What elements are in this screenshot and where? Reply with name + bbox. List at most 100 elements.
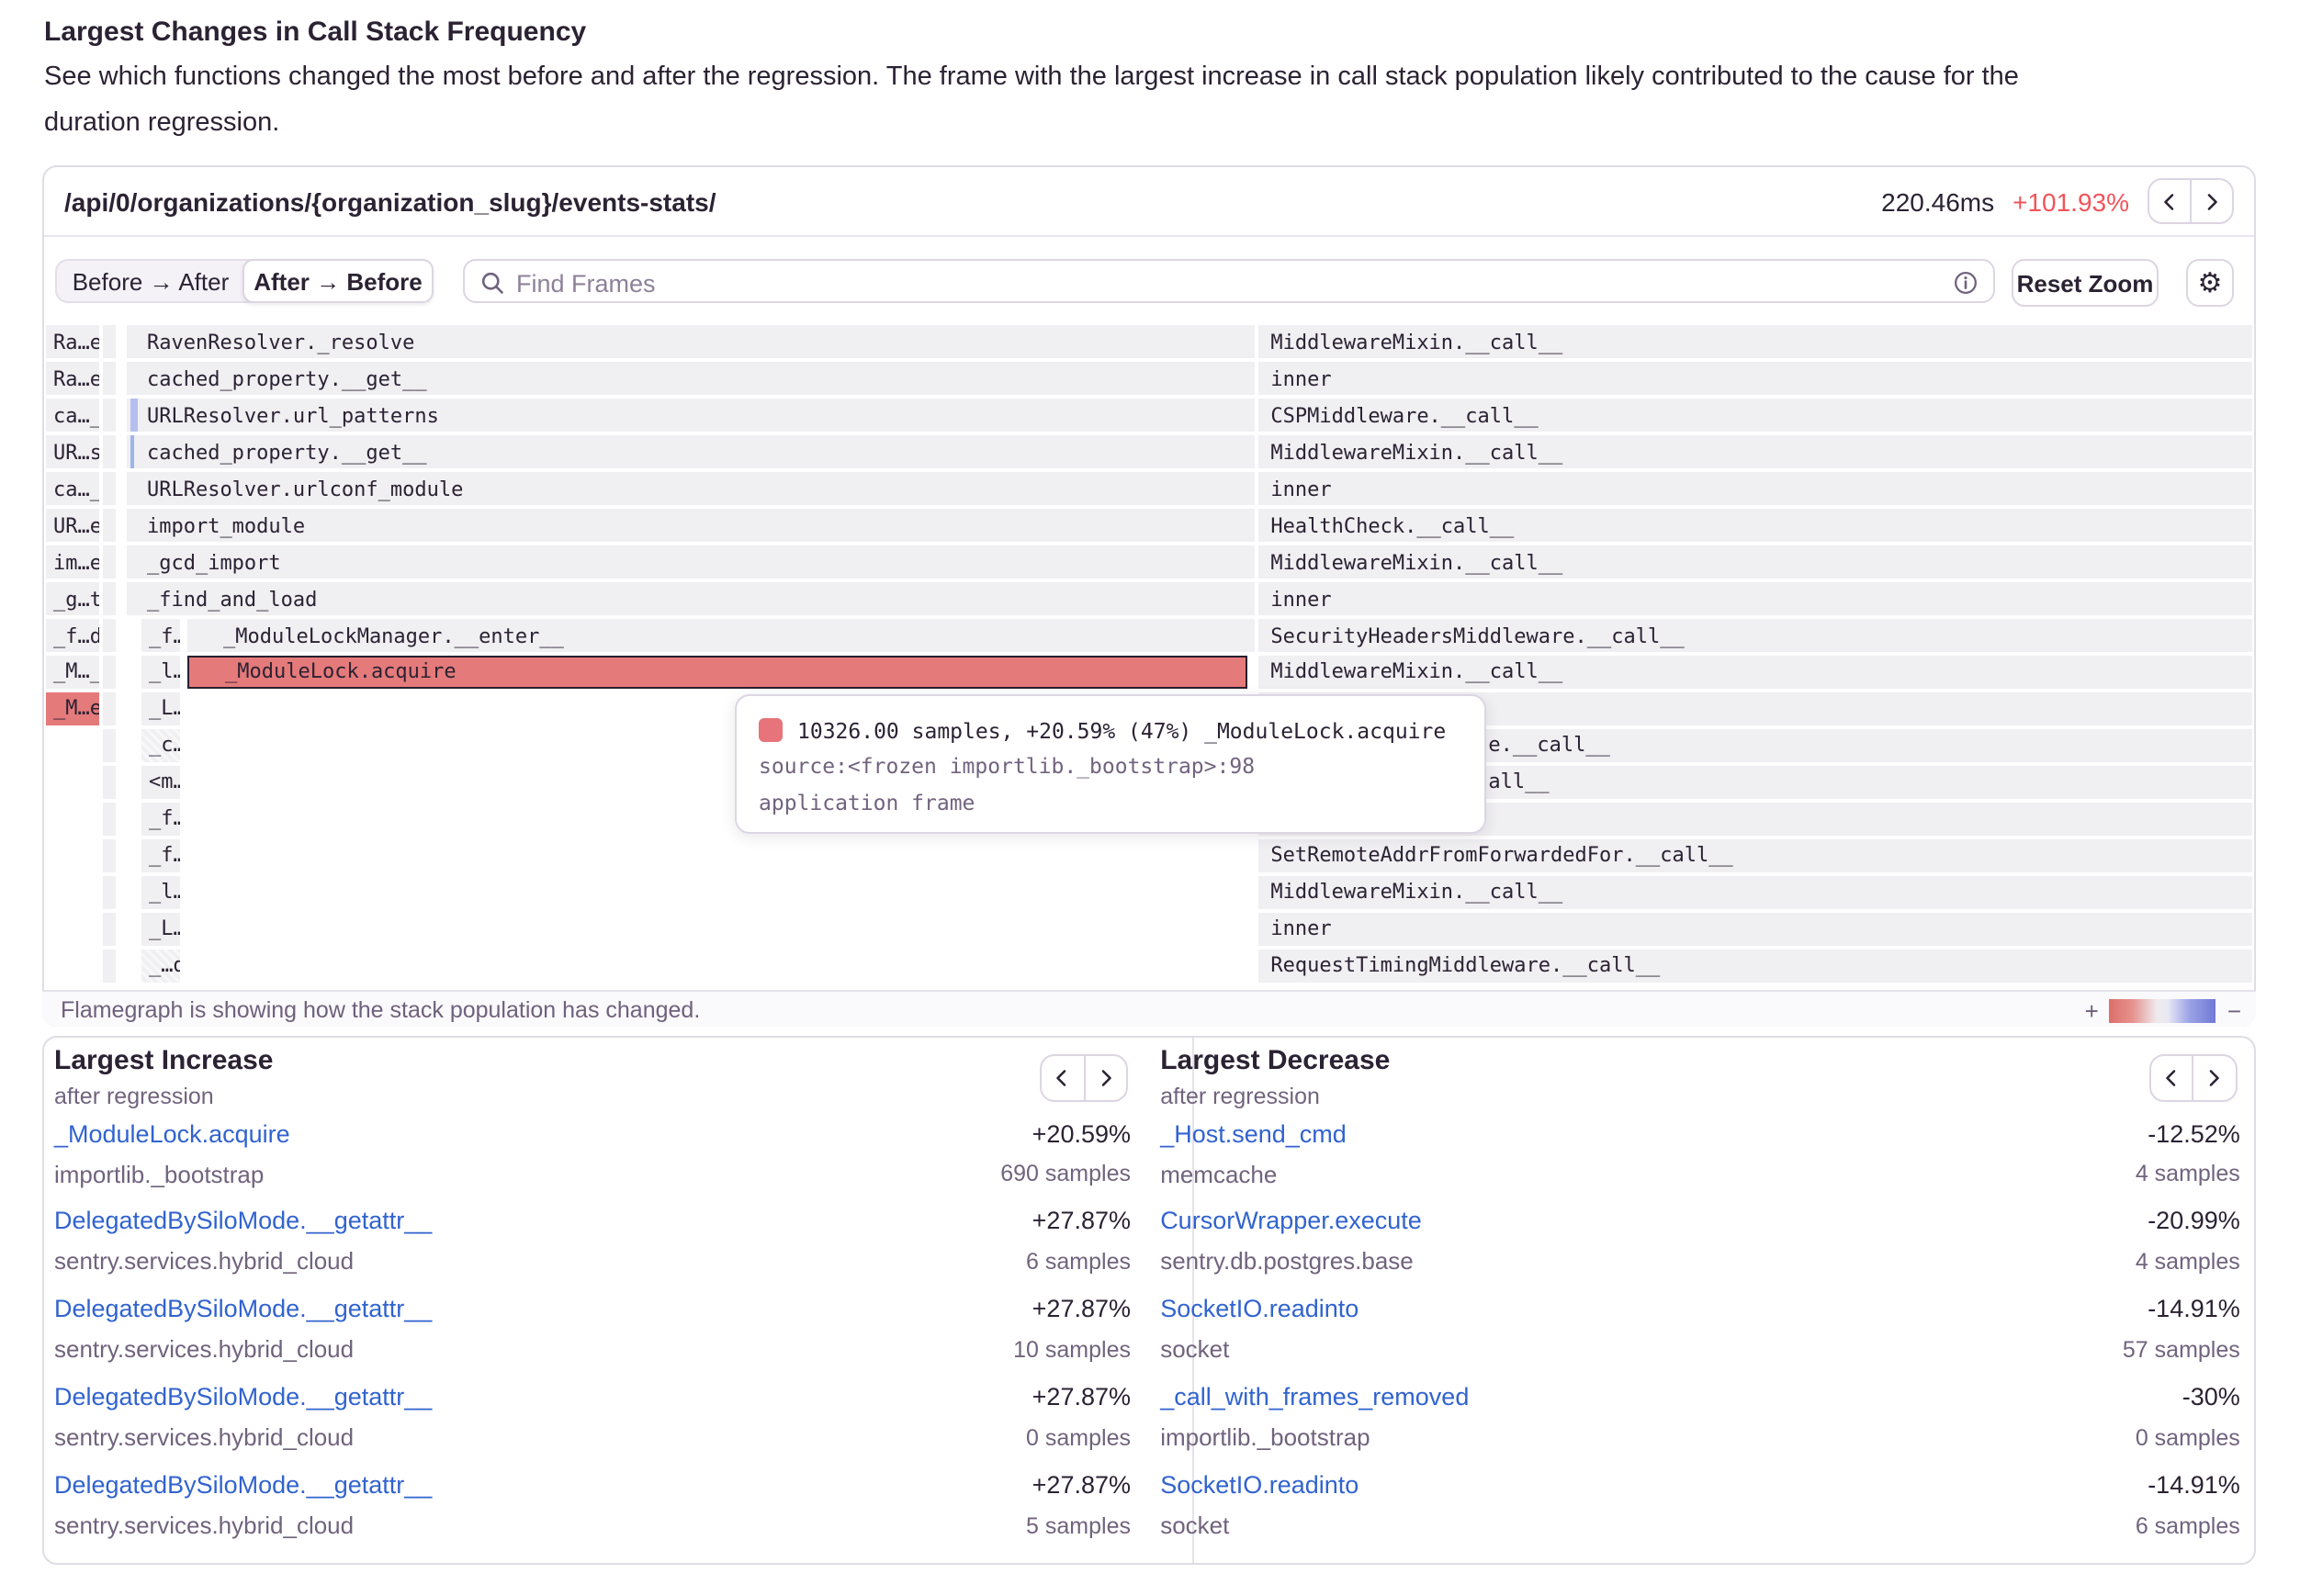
flame-frame[interactable]: Ra…e xyxy=(46,326,98,359)
flame-frame[interactable] xyxy=(102,545,115,579)
module-name: importlib._bootstrap xyxy=(54,1160,264,1187)
flame-frame[interactable]: _find_and_load xyxy=(126,582,1255,615)
flame-frame[interactable]: <m…> xyxy=(141,766,181,799)
flame-frame[interactable]: Ra…e xyxy=(46,363,98,396)
flame-frame[interactable]: MiddlewareMixin.__call__ xyxy=(1258,435,2252,468)
flame-frame[interactable] xyxy=(102,729,115,762)
decrease-entry: _call_with_frames_removed -30% importlib… xyxy=(1160,1378,2240,1459)
flame-frame[interactable] xyxy=(102,692,115,725)
flame-frame[interactable]: inner xyxy=(1258,363,2252,396)
flame-frame[interactable] xyxy=(102,435,115,468)
function-link[interactable]: CursorWrapper.execute xyxy=(1160,1208,1422,1235)
flame-frame-selected[interactable]: _ModuleLock.acquire xyxy=(186,656,1246,689)
flame-frame[interactable]: URLResolver.urlconf_module xyxy=(126,472,1255,505)
find-frames-search xyxy=(463,259,1995,303)
flame-frame[interactable]: RavenResolver._resolve xyxy=(126,326,1255,359)
function-link[interactable]: _ModuleLock.acquire xyxy=(54,1119,290,1147)
toggle-after-before[interactable]: After → Before xyxy=(242,259,434,303)
settings-button[interactable]: ⚙ xyxy=(2186,259,2234,307)
sample-count: 57 samples xyxy=(2123,1337,2240,1363)
flame-frame[interactable]: _g…t xyxy=(46,582,98,615)
flame-frame[interactable] xyxy=(102,619,115,652)
flame-frame[interactable]: _l…d xyxy=(141,656,181,689)
flame-frame[interactable]: UR…s xyxy=(46,435,98,468)
flame-frame[interactable]: _l…d xyxy=(141,875,181,908)
increase-prev-button[interactable] xyxy=(1040,1054,1085,1101)
next-endpoint-button[interactable] xyxy=(2190,178,2234,224)
flame-frame[interactable]: inner xyxy=(1258,912,2252,945)
flame-frame[interactable]: _f…d xyxy=(46,619,98,652)
flame-frame[interactable] xyxy=(102,912,115,945)
flame-frame[interactable] xyxy=(102,949,115,982)
flame-frame[interactable] xyxy=(102,472,115,505)
flame-frame[interactable]: RequestTimingMiddleware.__call__ xyxy=(1258,949,2252,982)
flame-frame[interactable]: _ModuleLockManager.__enter__ xyxy=(186,619,1255,652)
flame-frame[interactable]: import_module xyxy=(126,509,1255,542)
info-icon[interactable] xyxy=(1953,269,1979,295)
flame-frame[interactable]: ca…_ xyxy=(46,472,98,505)
function-link[interactable]: SocketIO.readinto xyxy=(1160,1471,1359,1499)
flame-frame[interactable]: inner xyxy=(1258,472,2252,505)
flame-frame[interactable]: cached_property.__get__ xyxy=(126,363,1255,396)
search-input[interactable] xyxy=(513,261,1934,305)
reset-zoom-button[interactable]: Reset Zoom xyxy=(2012,259,2159,307)
sample-count: 6 samples xyxy=(2136,1512,2240,1538)
increase-next-button[interactable] xyxy=(1083,1054,1128,1101)
flame-frame[interactable]: _f…d xyxy=(141,838,181,871)
flame-frame[interactable] xyxy=(102,875,115,908)
flame-frame[interactable]: MiddlewareMixin.__call__ xyxy=(1258,875,2252,908)
module-name: sentry.services.hybrid_cloud xyxy=(54,1248,354,1276)
flame-frame[interactable]: _f…d xyxy=(141,803,181,836)
flame-frame[interactable]: inner xyxy=(1258,582,2252,615)
flame-frame[interactable] xyxy=(102,399,115,432)
flame-frame[interactable]: _gcd_import xyxy=(126,545,1255,579)
flame-frame[interactable]: SetRemoteAddrFromForwardedFor.__call__ xyxy=(1258,838,2252,871)
flame-frame[interactable]: ca…_ xyxy=(46,399,98,432)
flame-frame[interactable] xyxy=(102,582,115,615)
function-link[interactable]: _Host.send_cmd xyxy=(1160,1119,1347,1147)
tooltip-color-swatch xyxy=(759,719,783,743)
endpoint-pager xyxy=(2148,178,2234,224)
flame-frame[interactable] xyxy=(102,838,115,871)
flame-frame[interactable]: _L…e xyxy=(141,692,181,725)
tooltip-samples-line: 10326.00 samples, +20.59% (47%) _ModuleL… xyxy=(797,718,1446,744)
function-link[interactable]: SocketIO.readinto xyxy=(1160,1296,1359,1323)
flame-frame[interactable]: URLResolver.url_patterns xyxy=(126,399,1255,432)
decrease-prev-button[interactable] xyxy=(2148,1054,2193,1101)
flame-frame[interactable]: UR…e xyxy=(46,509,98,542)
flame-frame[interactable]: MiddlewareMixin.__call__ xyxy=(1258,545,2252,579)
decrease-next-button[interactable] xyxy=(2192,1054,2237,1101)
flame-frame[interactable]: _…d xyxy=(141,949,181,982)
flame-frame[interactable] xyxy=(102,766,115,799)
flame-frame[interactable]: _M…e xyxy=(46,692,98,725)
module-name: sentry.services.hybrid_cloud xyxy=(54,1423,354,1451)
flame-frame[interactable]: _M…_ xyxy=(46,656,98,689)
flame-frame[interactable] xyxy=(102,509,115,542)
sample-count: 690 samples xyxy=(1000,1161,1131,1186)
prev-endpoint-button[interactable] xyxy=(2148,178,2192,224)
flame-frame[interactable]: cached_property.__get__ xyxy=(126,435,1255,468)
flame-frame[interactable] xyxy=(102,363,115,396)
function-link[interactable]: DelegatedBySiloMode.__getattr__ xyxy=(54,1471,432,1499)
flame-frame[interactable] xyxy=(102,656,115,689)
flame-frame[interactable]: MiddlewareMixin.__call__ xyxy=(1258,656,2252,689)
flame-frame[interactable]: HealthCheck.__call__ xyxy=(1258,509,2252,542)
toggle-before-after[interactable]: Before → After xyxy=(57,261,244,301)
flame-frame[interactable]: _L…e xyxy=(141,912,181,945)
decrease-subtitle: after regression xyxy=(1160,1083,1320,1108)
flame-frame[interactable]: _c…d xyxy=(141,729,181,762)
flame-frame[interactable] xyxy=(102,326,115,359)
function-link[interactable]: DelegatedBySiloMode.__getattr__ xyxy=(54,1383,432,1411)
function-link[interactable]: DelegatedBySiloMode.__getattr__ xyxy=(54,1208,432,1235)
module-name: socket xyxy=(1160,1512,1229,1539)
duration-value: 220.46ms xyxy=(1881,186,1994,216)
flame-frame[interactable]: SecurityHeadersMiddleware.__call__ xyxy=(1258,619,2252,652)
function-link[interactable]: DelegatedBySiloMode.__getattr__ xyxy=(54,1296,432,1323)
flame-frame[interactable]: CSPMiddleware.__call__ xyxy=(1258,399,2252,432)
module-name: sentry.services.hybrid_cloud xyxy=(54,1512,354,1539)
flame-frame[interactable]: im…e xyxy=(46,545,98,579)
flame-frame[interactable]: MiddlewareMixin.__call__ xyxy=(1258,326,2252,359)
function-link[interactable]: _call_with_frames_removed xyxy=(1160,1383,1469,1411)
flame-frame[interactable]: _f…d xyxy=(141,619,181,652)
flame-frame[interactable] xyxy=(102,803,115,836)
